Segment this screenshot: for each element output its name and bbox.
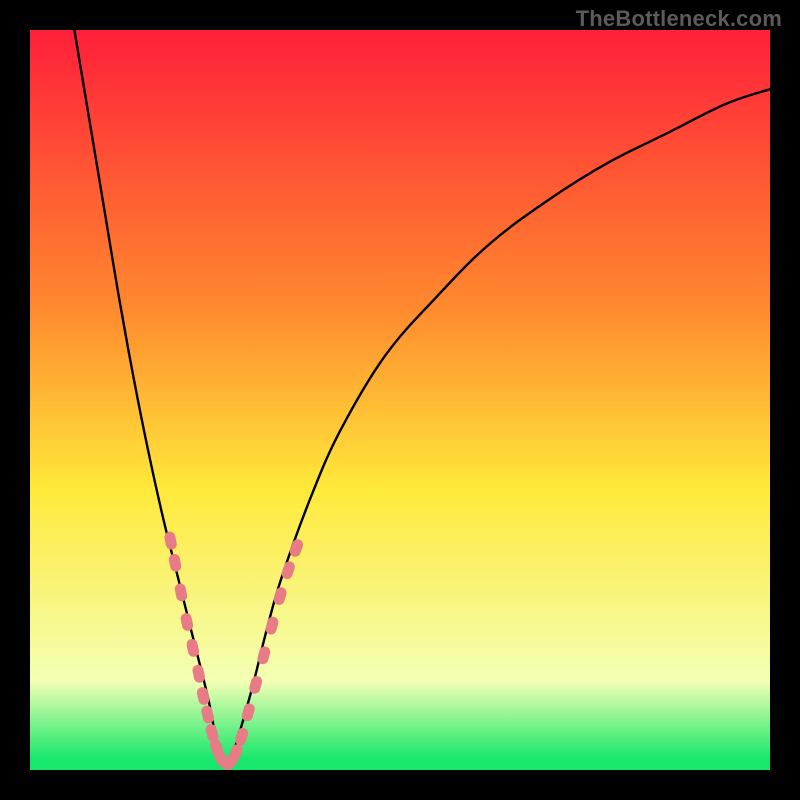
data-point-marker xyxy=(163,531,177,551)
plot-area xyxy=(30,30,770,770)
data-point-marker xyxy=(168,553,182,573)
data-point-marker xyxy=(174,582,188,602)
curve-layer xyxy=(30,30,770,770)
bottleneck-curve xyxy=(74,30,770,766)
watermark-text: TheBottleneck.com xyxy=(576,6,782,32)
data-point-marker xyxy=(288,538,305,559)
data-point-markers xyxy=(163,531,304,770)
chart-frame: TheBottleneck.com xyxy=(0,0,800,800)
